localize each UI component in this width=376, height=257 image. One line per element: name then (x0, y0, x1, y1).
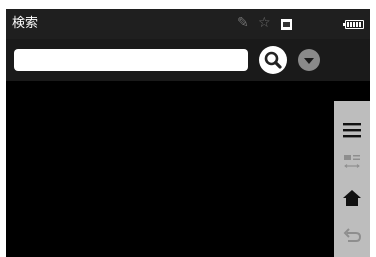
dropdown-button[interactable] (298, 49, 320, 71)
device-screen: 検索 ✎ ☆ (6, 9, 370, 257)
back-button[interactable] (334, 218, 370, 252)
list-toggle-button[interactable] (334, 148, 370, 182)
search-bar (6, 39, 370, 81)
page-title: 検索 (12, 16, 39, 31)
back-icon (343, 228, 362, 242)
menu-button[interactable] (334, 114, 370, 148)
search-input[interactable] (14, 49, 248, 71)
star-icon[interactable]: ☆ (258, 15, 271, 31)
list-toggle-icon (344, 155, 360, 168)
search-button[interactable] (259, 46, 287, 74)
side-toolbar (334, 101, 370, 257)
menu-icon (343, 123, 361, 138)
pencil-icon[interactable]: ✎ (237, 15, 249, 31)
home-icon (343, 190, 361, 206)
battery-level (347, 22, 362, 27)
search-icon (264, 51, 282, 69)
status-bar: 検索 ✎ ☆ (6, 9, 370, 39)
image-icon[interactable] (281, 19, 292, 30)
home-button[interactable] (334, 182, 370, 216)
battery-icon (343, 20, 364, 29)
